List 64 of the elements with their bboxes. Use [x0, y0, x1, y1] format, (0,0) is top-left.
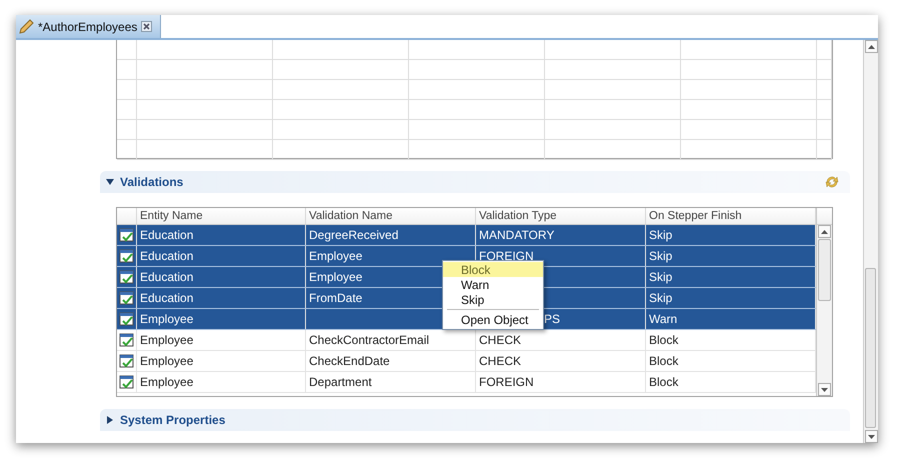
column-header[interactable]: On Stepper Finish — [646, 208, 816, 224]
expanded-triangle-icon[interactable] — [106, 178, 114, 186]
down-arrow-icon[interactable] — [868, 434, 874, 438]
table-cell: Employee — [140, 375, 194, 389]
table-cell: Education — [140, 249, 194, 263]
table-cell: Block — [649, 375, 678, 389]
window-check-icon — [119, 249, 134, 263]
column-header[interactable]: Validation Name — [306, 208, 476, 224]
up-arrow-icon[interactable] — [821, 230, 828, 234]
window-check-icon — [119, 375, 134, 389]
table-cell: DegreeReceived — [309, 228, 398, 242]
window-check-icon — [119, 270, 134, 284]
table-cell: Employee — [309, 249, 362, 263]
table-cell: Block — [649, 354, 678, 368]
column-header[interactable]: Validation Type — [476, 208, 646, 224]
section-title[interactable]: System Properties — [120, 413, 226, 427]
table-cell: PS — [544, 312, 560, 326]
table-cell: Skip — [649, 270, 672, 284]
table-cell: Skip — [649, 249, 672, 263]
scrollbar[interactable] — [863, 40, 878, 443]
table-cell: Employee — [140, 312, 194, 326]
table-cell: Education — [140, 291, 194, 305]
table-cell: MANDATORY — [479, 228, 554, 242]
close-icon[interactable] — [141, 21, 152, 32]
table-cell: FromDate — [309, 291, 362, 305]
window-check-icon — [119, 354, 134, 368]
table-cell: Employee — [140, 333, 194, 347]
table-row[interactable]: Education DegreeReceived MANDATORY Skip — [117, 225, 816, 246]
table-cell: CHECK — [479, 333, 522, 347]
table-row[interactable]: Employee CheckEndDate CHECK Block — [117, 351, 816, 372]
menu-item[interactable]: Warn — [443, 277, 543, 292]
collapsed-triangle-icon[interactable] — [106, 416, 114, 424]
column-header[interactable]: Entity Name — [137, 208, 306, 224]
table-cell: CheckContractorEmail — [309, 333, 430, 347]
window-check-icon — [119, 333, 134, 347]
menu-item[interactable]: Skip — [443, 292, 543, 307]
table-cell: CHECK — [479, 354, 522, 368]
table-cell: Education — [140, 228, 194, 242]
window-check-icon — [119, 291, 134, 305]
tab-title: *AuthorEmployees — [38, 20, 138, 34]
scrollbar[interactable] — [817, 225, 832, 396]
table-row[interactable]: Employee CheckContractorEmail CHECK Block — [117, 330, 816, 351]
menu-item[interactable]: Open Object — [443, 312, 543, 327]
sync-arrows-icon[interactable] — [824, 174, 840, 190]
table-cell: Education — [140, 270, 194, 284]
pencil-icon — [18, 18, 34, 34]
window-check-icon — [119, 312, 134, 326]
table-cell: Employee — [140, 354, 194, 368]
table-cell: CheckEndDate — [309, 354, 390, 368]
table-cell: Employee — [309, 270, 362, 284]
table-cell: Skip — [649, 291, 672, 305]
up-arrow-icon[interactable] — [868, 44, 874, 48]
table-cell: Skip — [649, 228, 672, 242]
table-cell: Block — [649, 333, 678, 347]
editor-tab[interactable]: *AuthorEmployees — [16, 15, 162, 38]
table-cell: Warn — [649, 312, 678, 326]
table-row[interactable]: Employee Department FOREIGN Block — [117, 372, 816, 393]
window-check-icon — [119, 228, 134, 242]
table-cell: Department — [309, 375, 372, 389]
section-title[interactable]: Validations — [120, 175, 184, 189]
down-arrow-icon[interactable] — [821, 388, 828, 392]
table-cell: FOREIGN — [479, 375, 534, 389]
table-cell: FOREIGN — [479, 249, 534, 263]
menu-item[interactable]: Block — [443, 262, 543, 277]
